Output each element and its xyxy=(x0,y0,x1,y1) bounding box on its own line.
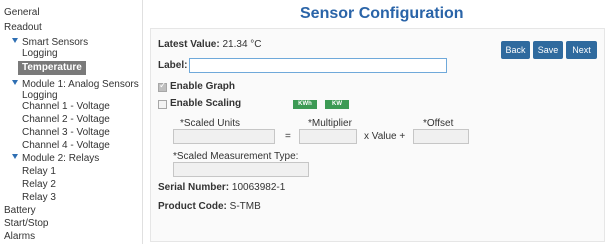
sidebar-item-label: Module 2: Relays xyxy=(22,153,100,164)
sidebar-item-alarms[interactable]: Alarms xyxy=(4,231,35,243)
sidebar-item-label: Channel 4 - Voltage xyxy=(22,140,110,151)
latest-value-text: 21.34 °C xyxy=(222,39,262,50)
equals-sign: = xyxy=(285,131,291,142)
sidebar-item-label: Start/Stop xyxy=(4,218,49,229)
expand-triangle-icon xyxy=(12,154,18,159)
sidebar-item-channel-1[interactable]: Channel 1 - Voltage xyxy=(22,101,110,113)
enable-graph-label: Enable Graph xyxy=(170,81,236,92)
scaled-units-input[interactable] xyxy=(173,129,275,144)
enable-scaling-label: Enable Scaling xyxy=(170,98,242,109)
page-title: Sensor Configuration xyxy=(300,5,464,22)
sensor-config-panel: Latest Value: 21.34 °C Back Save Next La… xyxy=(150,28,605,242)
sidebar-item-label: Relay 1 xyxy=(22,166,56,177)
serial-number-label: Serial Number: xyxy=(158,182,230,193)
sidebar-item-label: Channel 3 - Voltage xyxy=(22,127,110,138)
enable-graph-checkbox[interactable] xyxy=(158,81,167,92)
scaled-measurement-type-input[interactable] xyxy=(173,162,309,177)
sidebar-item-relay-3[interactable]: Relay 3 xyxy=(22,192,56,204)
multiplier-input[interactable] xyxy=(299,129,357,144)
enable-scaling-checkbox[interactable] xyxy=(158,100,167,109)
kw-badge[interactable]: KW xyxy=(325,100,349,109)
sidebar-item-battery[interactable]: Battery xyxy=(4,205,36,217)
sidebar-item-smart-sensors-logging[interactable]: Logging xyxy=(22,48,58,60)
sidebar-nav: General Readout Smart Sensors Logging Te… xyxy=(0,0,143,244)
sidebar-item-module-2[interactable]: Module 2: Relays xyxy=(12,153,99,165)
sidebar-item-label: Relay 2 xyxy=(22,179,56,190)
x-value-plus-text: x Value + xyxy=(364,131,406,142)
sidebar-item-label: General xyxy=(4,7,40,18)
save-button[interactable]: Save xyxy=(533,41,563,59)
offset-input[interactable] xyxy=(413,129,469,144)
kwh-badge[interactable]: KWh xyxy=(293,100,317,109)
back-button[interactable]: Back xyxy=(501,41,530,59)
product-code-label: Product Code: xyxy=(158,201,227,212)
multiplier-label: *Multiplier xyxy=(308,118,352,129)
sidebar-item-relay-1[interactable]: Relay 1 xyxy=(22,166,56,178)
sidebar-item-label: Channel 2 - Voltage xyxy=(22,114,110,125)
sidebar-item-channel-2[interactable]: Channel 2 - Voltage xyxy=(22,114,110,126)
sidebar-item-label: Smart Sensors xyxy=(22,37,89,48)
scaled-measurement-type-label: *Scaled Measurement Type: xyxy=(173,151,299,162)
sidebar-item-channel-4[interactable]: Channel 4 - Voltage xyxy=(22,140,110,152)
sidebar-item-label: Battery xyxy=(4,205,36,216)
scaled-units-label: *Scaled Units xyxy=(180,118,241,129)
sidebar-item-start-stop[interactable]: Start/Stop xyxy=(4,218,48,230)
serial-number-value: 10063982-1 xyxy=(231,182,286,193)
sidebar-item-label: Logging xyxy=(22,90,58,101)
expand-triangle-icon xyxy=(12,80,18,85)
sidebar-item-label: Logging xyxy=(22,48,58,59)
label-input[interactable] xyxy=(189,58,447,73)
product-code-row: Product Code: S-TMB xyxy=(158,201,261,212)
sidebar-item-label: Channel 1 - Voltage xyxy=(22,101,110,112)
expand-triangle-icon xyxy=(12,38,18,43)
sidebar-item-temperature[interactable]: Temperature xyxy=(18,61,86,75)
sidebar-item-general[interactable]: General xyxy=(4,7,40,19)
sidebar-item-label: Temperature xyxy=(22,62,82,73)
sidebar-item-relay-2[interactable]: Relay 2 xyxy=(22,179,56,191)
serial-number-row: Serial Number: 10063982-1 xyxy=(158,182,285,193)
latest-value-row: Latest Value: 21.34 °C xyxy=(158,39,262,50)
next-button[interactable]: Next xyxy=(566,41,597,59)
sidebar-item-label: Module 1: Analog Sensors xyxy=(22,79,139,90)
sidebar-item-readout[interactable]: Readout xyxy=(4,22,42,34)
latest-value-label: Latest Value: xyxy=(158,39,220,50)
offset-label: *Offset xyxy=(423,118,454,129)
sidebar-item-label: Alarms xyxy=(4,231,36,242)
label-field-label: Label: xyxy=(158,60,188,71)
sidebar-item-label: Relay 3 xyxy=(22,192,56,203)
sidebar-item-label: Readout xyxy=(4,22,42,33)
product-code-value: S-TMB xyxy=(229,201,261,212)
sidebar-item-channel-3[interactable]: Channel 3 - Voltage xyxy=(22,127,110,139)
